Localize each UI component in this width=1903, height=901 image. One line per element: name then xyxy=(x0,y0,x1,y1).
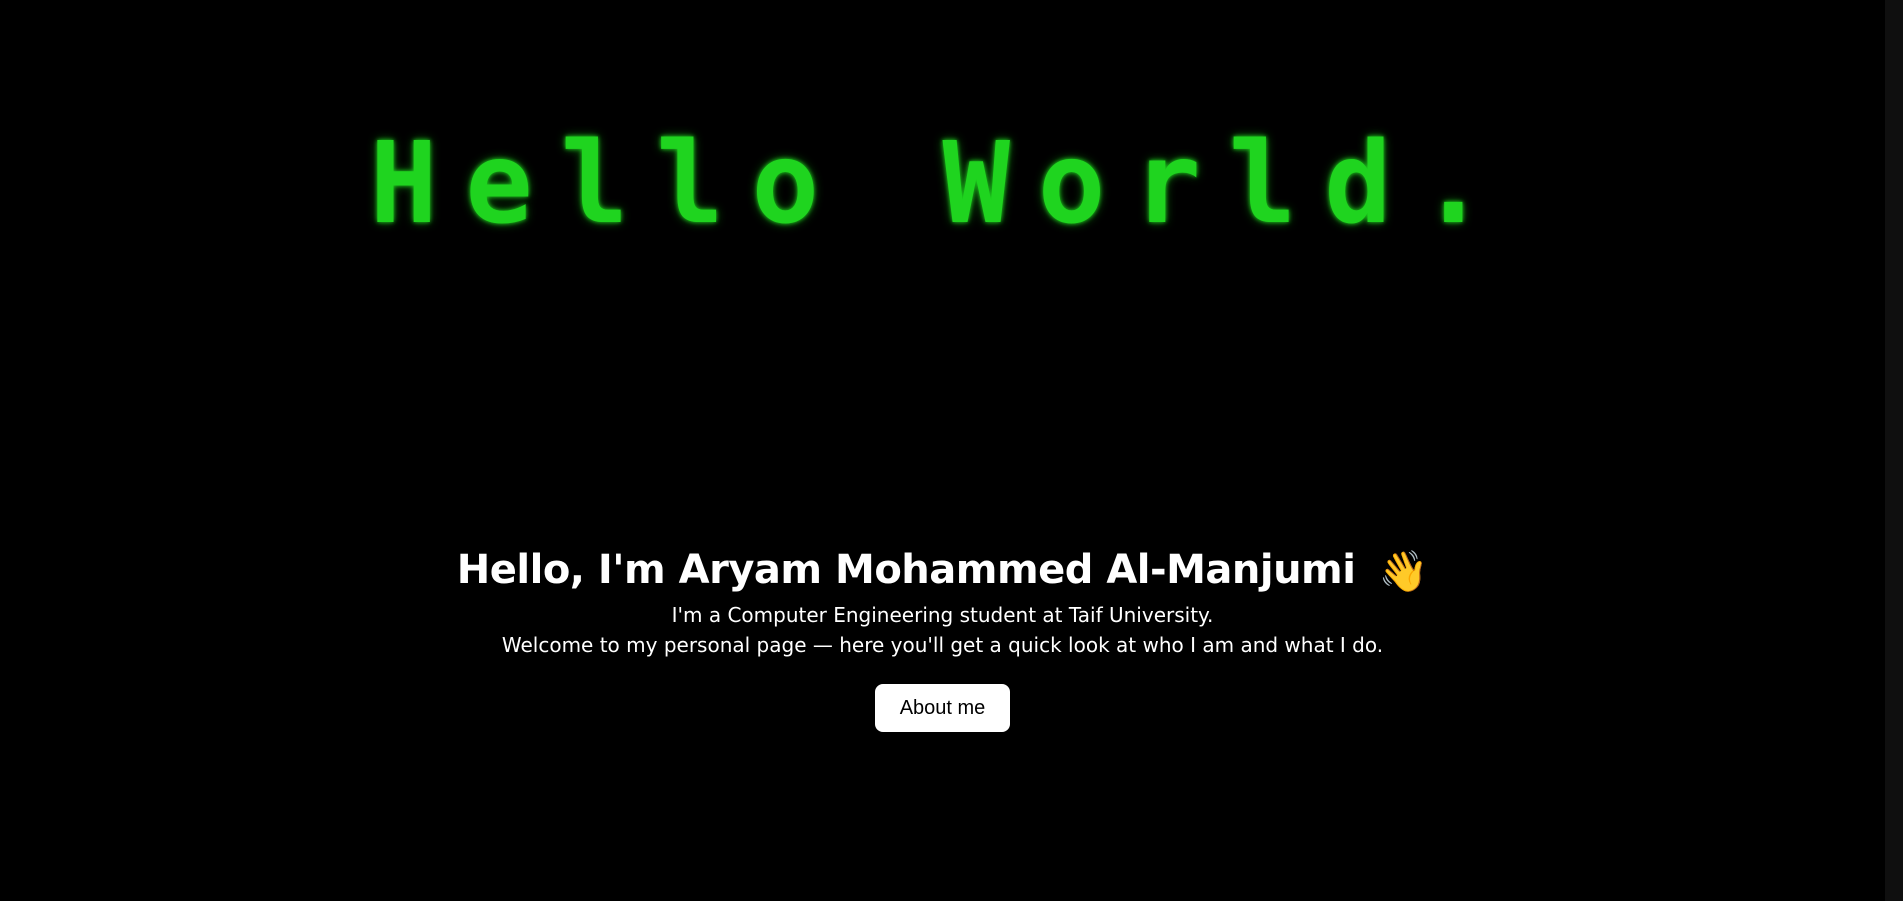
scrollbar-track[interactable] xyxy=(1885,0,1903,901)
intro-welcome-text: Welcome to my personal page — here you'l… xyxy=(501,633,1384,657)
hello-world-banner: Hello World. xyxy=(369,119,1516,249)
intro-heading: Hello, I'm Aryam Mohammed Al-Manjumi 👋 xyxy=(0,544,1885,598)
intro-subtitle: I'm a Computer Engineering student at Ta… xyxy=(671,603,1214,627)
about-me-button[interactable]: About me xyxy=(874,684,1011,732)
intro-section: Hello, I'm Aryam Mohammed Al-Manjumi 👋 I… xyxy=(0,544,1885,732)
intro-heading-text: Hello, I'm Aryam Mohammed Al-Manjumi xyxy=(456,547,1356,593)
waving-hand-icon: 👋 xyxy=(1378,549,1429,595)
